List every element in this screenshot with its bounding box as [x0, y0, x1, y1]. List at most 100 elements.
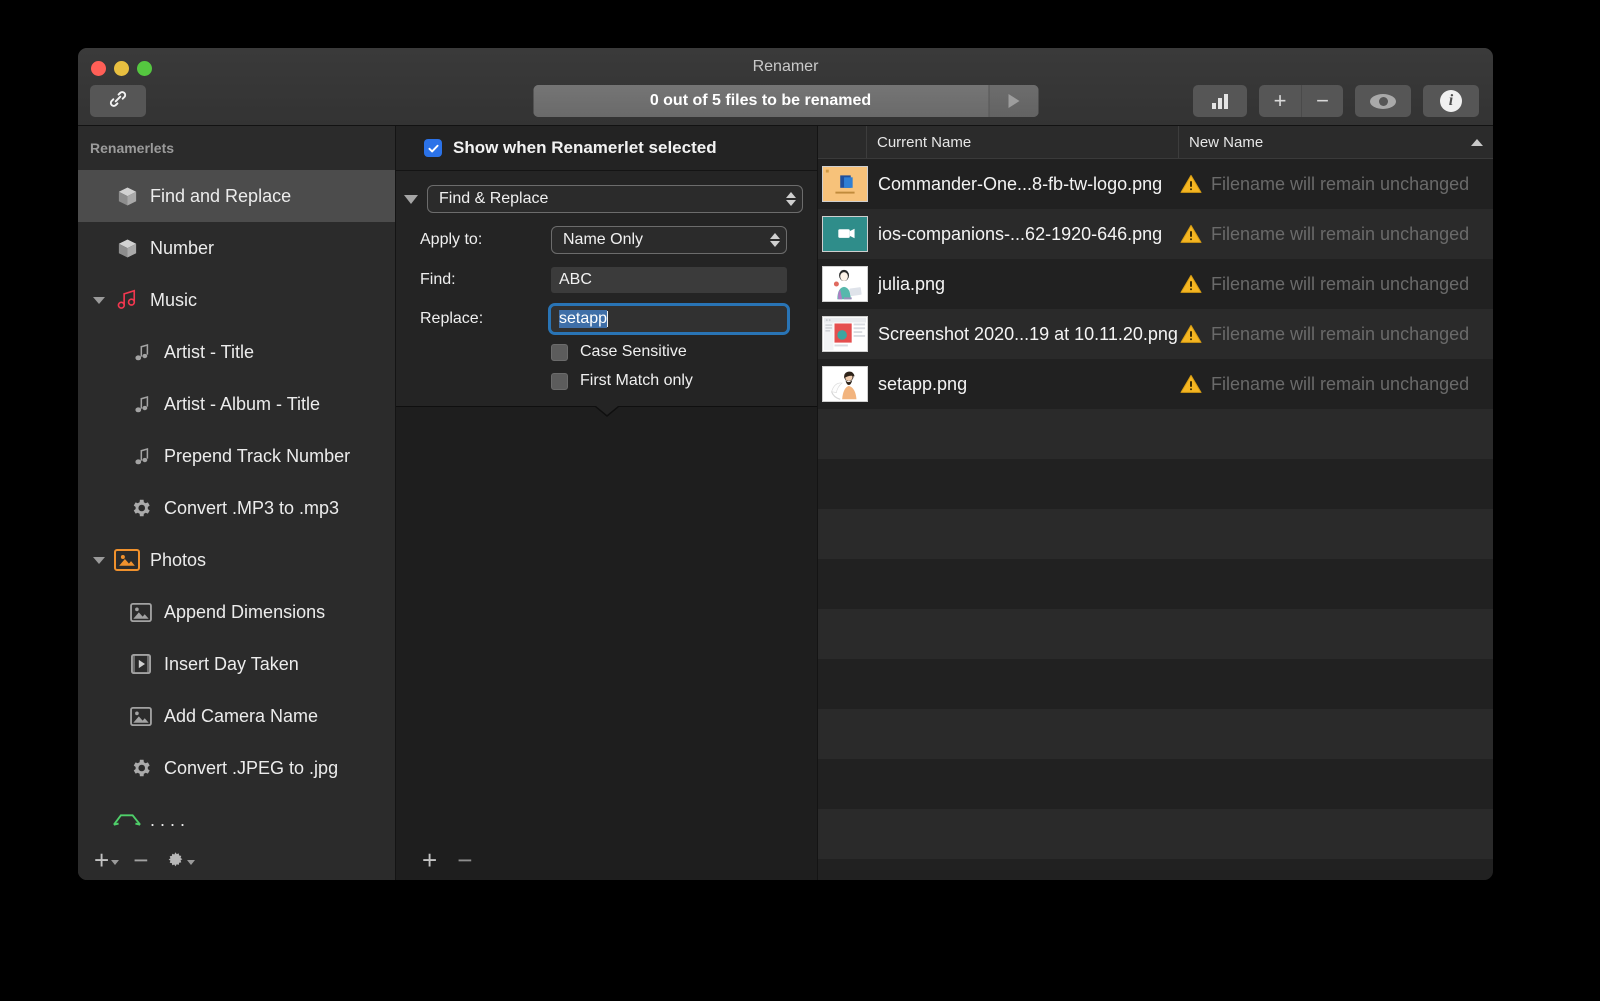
file-row-empty [818, 409, 1493, 459]
remove-action-button[interactable]: − [457, 847, 472, 873]
file-row-empty [818, 509, 1493, 559]
replace-input-value: setapp [559, 310, 608, 328]
case-sensitive-row[interactable]: Case Sensitive [396, 343, 817, 361]
remove-files-button[interactable]: − [1301, 85, 1343, 117]
sidebar-item-label: Insert Day Taken [164, 653, 299, 674]
sidebar-footer-toolbar: + − [78, 840, 395, 880]
first-match-only-checkbox[interactable] [551, 372, 568, 390]
sidebar-item-[interactable]: . . . . [78, 794, 395, 840]
file-current-name: Commander-One...8-fb-tw-logo.png [878, 173, 1163, 194]
add-action-button[interactable]: + [422, 847, 437, 873]
sidebar-item-icon-wrap [110, 287, 144, 313]
apply-to-value: Name Only [563, 231, 644, 248]
file-list-icon-column-header [818, 126, 867, 158]
file-new-name: Filename will remain unchanged [1211, 373, 1470, 394]
sidebar-item-music[interactable]: Music [78, 274, 395, 326]
first-match-only-label: First Match only [580, 372, 693, 389]
sidebar-item-label: Find and Replace [150, 185, 292, 206]
sidebar-item-artist-album-title[interactable]: Artist - Album - Title [78, 378, 395, 430]
case-sensitive-checkbox[interactable] [551, 343, 568, 361]
info-button[interactable]: i [1423, 85, 1479, 117]
sidebar-item-number[interactable]: Number [78, 222, 395, 274]
sidebar-item-icon-wrap [110, 185, 144, 207]
sidebar-item-icon-wrap [124, 446, 158, 467]
replace-label: Replace: [420, 310, 484, 327]
file-current-name: julia.png [878, 273, 946, 294]
main-toolbar: 0 out of 5 files to be renamed + − i [78, 81, 1493, 121]
disclosure-triangle-icon[interactable] [88, 556, 110, 564]
file-row-empty [818, 609, 1493, 659]
info-icon: i [1440, 90, 1462, 112]
sidebar-item-convert-jpeg-to-jpg[interactable]: Convert .JPEG to .jpg [78, 742, 395, 794]
find-replace-panel: Find & Replace Apply to: Name Only Find:… [396, 171, 817, 417]
sidebar-item-icon-wrap [124, 757, 158, 779]
sidebar-item-artist-title[interactable]: Artist - Title [78, 326, 395, 378]
new-name-column-header[interactable]: New Name [1179, 126, 1493, 158]
run-rename-button[interactable] [988, 85, 1038, 117]
new-name-column-label: New Name [1189, 133, 1264, 151]
sidebar-item-insert-day-taken[interactable]: Insert Day Taken [78, 638, 395, 690]
rename-progress-label: 0 out of 5 files to be renamed [533, 85, 988, 117]
file-row[interactable]: setapp.png Filename will remain unchange… [818, 359, 1493, 409]
show-when-selected-row[interactable]: Show when Renamerlet selected [396, 126, 817, 171]
disclosure-triangle-icon[interactable] [88, 296, 110, 304]
current-name-column-label: Current Name [877, 133, 972, 151]
preview-button[interactable] [1355, 85, 1411, 117]
sidebar-item-prepend-track-number[interactable]: Prepend Track Number [78, 430, 395, 482]
link-icon [107, 88, 129, 115]
file-warning-wrap [1178, 224, 1204, 244]
add-renamerlet-button[interactable]: + [94, 845, 120, 875]
current-name-column-header[interactable]: Current Name [867, 126, 1179, 158]
rename-progress-button[interactable]: 0 out of 5 files to be renamed [533, 85, 1038, 117]
first-match-only-row[interactable]: First Match only [396, 372, 817, 390]
gear-icon [166, 851, 185, 870]
sidebar-item-label: Add Camera Name [164, 705, 319, 726]
sidebar-item-label: Artist - Title [164, 341, 255, 362]
file-new-name: Filename will remain unchanged [1211, 223, 1470, 244]
link-button[interactable] [90, 85, 146, 117]
show-when-selected-checkbox[interactable] [424, 139, 442, 157]
statistics-button[interactable] [1193, 85, 1247, 117]
file-row[interactable]: Screenshot 2020...19 at 10.11.20.png Fil… [818, 309, 1493, 359]
sidebar-item-append-dimensions[interactable]: Append Dimensions [78, 586, 395, 638]
file-list-header: Current Name New Name [818, 126, 1493, 159]
file-row[interactable]: ios-companions-...62-1920-646.png Filena… [818, 209, 1493, 259]
plus-icon: + [94, 845, 110, 875]
sidebar-item-photos[interactable]: Photos [78, 534, 395, 586]
sidebar-item-icon-wrap [110, 237, 144, 259]
apply-to-select[interactable]: Name Only [551, 226, 787, 254]
find-input-value: ABC [559, 271, 592, 288]
renamerlet-editor-footer: + − [396, 840, 817, 880]
sidebar-item-add-camera-name[interactable]: Add Camera Name [78, 690, 395, 742]
renamerlet-editor-empty-area [396, 407, 817, 840]
apply-to-label: Apply to: [420, 231, 483, 248]
warning-triangle-icon [1180, 274, 1202, 294]
renamerlet-actions-button[interactable] [166, 851, 196, 870]
screenshot-thumb [822, 316, 868, 352]
file-list-rows[interactable]: Commander-One...8-fb-tw-logo.png Filenam… [818, 159, 1493, 880]
add-remove-segmented-control: + − [1259, 85, 1343, 117]
sidebar-item-find-and-replace[interactable]: Find and Replace [78, 170, 395, 222]
file-row[interactable]: Commander-One...8-fb-tw-logo.png Filenam… [818, 159, 1493, 209]
file-warning-wrap [1178, 324, 1204, 344]
replace-row: Replace: setapp [396, 303, 817, 335]
stepper-arrows-icon [770, 233, 780, 247]
file-row-empty [818, 659, 1493, 709]
gear-icon [130, 497, 152, 519]
show-when-selected-label: Show when Renamerlet selected [453, 138, 717, 157]
replace-input[interactable]: setapp [548, 303, 790, 335]
find-input[interactable]: ABC [551, 267, 787, 293]
file-row[interactable]: julia.png Filename will remain unchanged [818, 259, 1493, 309]
disclosure-triangle-icon[interactable] [404, 194, 418, 204]
file-row-empty [818, 559, 1493, 609]
chevron-down-icon [111, 859, 120, 865]
chevron-up-icon [1471, 138, 1483, 146]
remove-renamerlet-button[interactable]: − [133, 847, 148, 873]
warning-triangle-icon [1180, 174, 1202, 194]
add-files-button[interactable]: + [1259, 85, 1301, 117]
sidebar: Renamerlets Find and Replace Number Musi… [78, 126, 396, 880]
renamerlet-type-select[interactable]: Find & Replace [427, 185, 803, 213]
sidebar-item-convert-mp3-to-mp3[interactable]: Convert .MP3 to .mp3 [78, 482, 395, 534]
renamerlet-list[interactable]: Find and Replace Number Music Artist - T… [78, 170, 395, 840]
warning-triangle-icon [1180, 224, 1202, 244]
